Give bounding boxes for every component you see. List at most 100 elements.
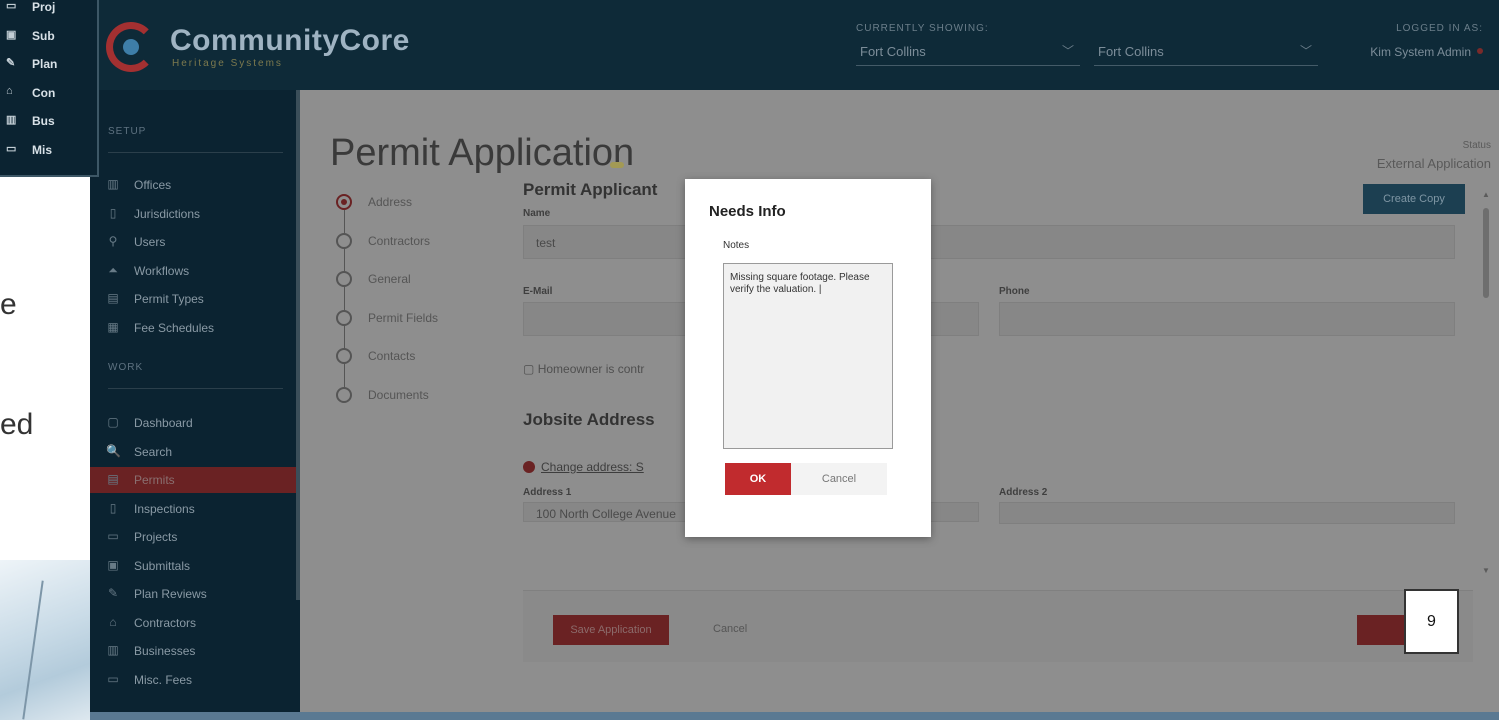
sidebar-item-label: Contractors xyxy=(134,615,197,630)
sidebar: SETUP ▥ Offices ▯ Jurisdictions ⚲ Users ⏶ Workf… xyxy=(90,90,300,720)
sidebar-item-label: Users xyxy=(134,235,166,249)
sidebar-item-permits[interactable]: ▤ Permits xyxy=(90,467,296,493)
inspections-icon: ▯ xyxy=(109,500,117,515)
sidebar-item-search[interactable]: 🔍 Search xyxy=(104,439,294,465)
sidebar-item-permit-types[interactable]: ▤ Permit Types xyxy=(104,286,294,312)
step-indicator-icon xyxy=(336,309,352,326)
email-label: E-Mail xyxy=(523,286,553,297)
form-footer: Save Application Cancel xyxy=(523,590,1473,662)
name-input[interactable]: test xyxy=(523,225,1455,259)
address2-input[interactable] xyxy=(999,502,1455,524)
sidebar-item-inspections[interactable]: ▯ Inspections xyxy=(104,496,294,522)
setup-heading: SETUP xyxy=(108,126,147,137)
sidebar-item-users[interactable]: ⚲ Users xyxy=(104,229,294,255)
inset-item-mis: ▭ Mis xyxy=(6,141,97,161)
step-label: Contractors xyxy=(368,233,431,248)
page-title: Permit Application xyxy=(330,132,635,174)
chevron-down-icon: ﹀ xyxy=(1299,44,1312,58)
divider xyxy=(108,152,283,153)
sidebar-item-offices[interactable]: ▥ Offices xyxy=(104,172,294,198)
user-status-dot xyxy=(1477,48,1483,54)
businesses-icon: ▥ xyxy=(6,114,17,126)
brand-subtitle: Heritage Systems xyxy=(172,58,283,69)
step-indicator-icon xyxy=(336,271,352,287)
phone-label: Phone xyxy=(999,286,1030,297)
sidebar-item-projects[interactable]: ▭ Projects xyxy=(104,524,294,550)
sidebar-item-businesses[interactable]: ▥ Businesses xyxy=(104,638,294,664)
sidebar-item-workflows[interactable]: ⏶ Workflows xyxy=(104,258,294,284)
save-application-button[interactable]: Save Application xyxy=(553,615,669,645)
sidebar-item-jurisdictions[interactable]: ▯ Jurisdictions xyxy=(104,201,294,227)
inset-item-label: Bus xyxy=(32,114,55,128)
form-scrollbar[interactable]: ▲ ▼ xyxy=(1482,190,1490,680)
logged-in-label: LOGGED IN AS: xyxy=(1396,23,1483,34)
projects-icon: ▭ xyxy=(6,0,17,12)
slide-canvas: e ed CommunityCore Heritage Systems CURR… xyxy=(0,0,1499,720)
user-menu[interactable]: Kim System Admin xyxy=(1370,45,1471,59)
permit-types-icon: ▤ xyxy=(107,291,119,305)
slide-text-fragment: e xyxy=(0,288,17,321)
homeowner-label: Homeowner is contr xyxy=(537,362,645,376)
notes-label: Notes xyxy=(723,240,750,251)
sidebar-item-misc-fees[interactable]: ▭ Misc. Fees xyxy=(104,667,294,693)
step-label: General xyxy=(368,272,411,286)
inset-item-label: Sub xyxy=(32,28,55,43)
address2-label: Address 2 xyxy=(999,487,1048,498)
address1-label: Address 1 xyxy=(523,487,572,498)
sidebar-item-label: Inspections xyxy=(134,501,195,516)
sidebar-item-plan-reviews[interactable]: ✎ Plan Reviews xyxy=(104,581,294,607)
workflows-icon: ⏶ xyxy=(108,262,118,277)
step-indicator-icon xyxy=(336,194,352,210)
work-heading: WORK xyxy=(108,362,144,373)
sidebar-item-label: Permits xyxy=(134,473,175,487)
location-select-1[interactable]: Fort Collins ﹀ xyxy=(856,40,1080,66)
inset-item-sub: ▣ Sub xyxy=(6,27,97,47)
dashboard-icon: ▢ xyxy=(107,415,119,429)
chevron-down-icon: ﹀ xyxy=(1061,44,1074,58)
notes-textarea[interactable] xyxy=(723,263,893,449)
contractors-icon: ⌂ xyxy=(109,614,117,629)
sidebar-item-dashboard[interactable]: ▢ Dashboard xyxy=(104,410,294,436)
inset-item-label: Proj xyxy=(32,0,56,14)
businesses-icon: ▥ xyxy=(107,643,119,657)
scroll-up-icon[interactable]: ▲ xyxy=(1482,190,1490,199)
phone-input[interactable] xyxy=(999,302,1455,336)
submittals-icon: ▣ xyxy=(6,28,17,41)
sidebar-item-submittals[interactable]: ▣ Submittals xyxy=(104,553,294,579)
sidebar-item-label: Workflows xyxy=(134,263,190,278)
plan-reviews-icon: ✎ xyxy=(6,57,16,69)
users-icon: ⚲ xyxy=(108,234,118,248)
fee-schedules-icon: ▦ xyxy=(107,319,119,334)
change-address-text: Change address: S xyxy=(541,460,644,474)
sidebar-item-label: Plan Reviews xyxy=(134,587,207,601)
name-label: Name xyxy=(523,208,551,219)
inset-item-bus: ▥ Bus xyxy=(6,112,97,132)
title-edit-icon[interactable] xyxy=(610,162,624,168)
currently-showing-label: CURRENTLY SHOWING: xyxy=(856,23,989,34)
sidebar-item-fee-schedules[interactable]: ▦ Fee Schedules xyxy=(104,315,294,341)
step-label: Address xyxy=(368,195,413,209)
submittals-icon: ▣ xyxy=(107,557,119,572)
ok-button[interactable]: OK xyxy=(725,463,791,495)
scrollbar-thumb[interactable] xyxy=(1483,208,1489,298)
scroll-down-icon[interactable]: ▼ xyxy=(1482,566,1490,575)
sidebar-item-label: Misc. Fees xyxy=(134,672,193,687)
inset-item-con: ⌂ Con xyxy=(6,84,97,104)
modal-cancel-button[interactable]: Cancel xyxy=(791,463,887,495)
sidebar-item-label: Projects xyxy=(134,530,178,544)
divider xyxy=(108,388,283,389)
status-value: External Application xyxy=(1376,156,1491,171)
location-select-1-value: Fort Collins xyxy=(860,44,926,59)
homeowner-checkbox[interactable]: ▢ Homeowner is contr xyxy=(523,362,644,376)
inset-item-label: Con xyxy=(32,85,56,100)
contractors-icon: ⌂ xyxy=(6,84,13,97)
sidebar-item-contractors[interactable]: ⌂ Contractors xyxy=(104,610,294,636)
inset-item-label: Mis xyxy=(32,142,53,157)
location-select-2[interactable]: Fort Collins ﹀ xyxy=(1094,40,1318,66)
plan-reviews-icon: ✎ xyxy=(107,586,119,600)
step-indicator-icon xyxy=(336,348,352,364)
checkbox-icon: ▢ xyxy=(523,362,535,376)
jurisdictions-icon: ▯ xyxy=(109,205,117,220)
cancel-link[interactable]: Cancel xyxy=(713,623,747,635)
change-address-link[interactable]: Change address: S xyxy=(523,460,644,474)
